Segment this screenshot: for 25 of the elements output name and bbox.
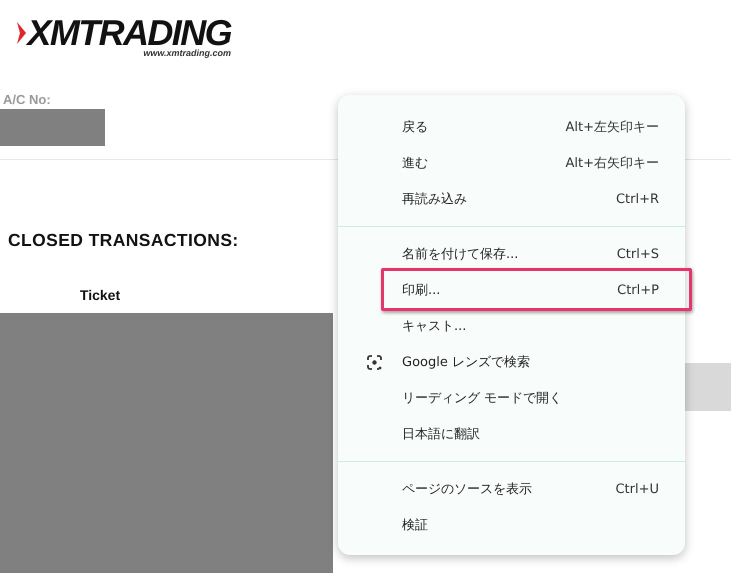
menu-item[interactable]: 進む Alt+右矢印キー: [338, 145, 685, 181]
shortcut-label: Ctrl+P: [617, 282, 659, 298]
shortcut-label: Ctrl+R: [616, 192, 659, 206]
shortcut-label: Ctrl+U: [615, 482, 659, 496]
logo-name: XMTRADING: [27, 16, 231, 50]
menu-item[interactable]: 印刷... Ctrl+P: [338, 272, 685, 308]
menu-item[interactable]: 名前を付けて保存... Ctrl+S: [338, 236, 685, 272]
table-row-background: [685, 363, 731, 411]
menu-item[interactable]: 日本語に翻訳: [338, 416, 685, 452]
menu-item[interactable]: Google レンズで検索: [338, 344, 685, 380]
account-label: A/C No:: [3, 92, 52, 107]
column-header: Ticket: [78, 287, 122, 303]
shortcut-label: Alt+右矢印キー: [566, 155, 659, 172]
menu-item[interactable]: 再読み込み Ctrl+R: [338, 181, 685, 217]
logo-url: www.xmtrading.com: [143, 48, 231, 58]
menu-item[interactable]: 戻る Alt+左矢印キー: [338, 109, 685, 145]
menu-item[interactable]: リーディング モードで開く: [338, 380, 685, 416]
logo-mark-icon: [17, 22, 26, 44]
section-title: CLOSED TRANSACTIONS:: [8, 230, 240, 251]
menu-item[interactable]: キャスト...: [338, 308, 685, 344]
shortcut-label: Alt+左矢印キー: [566, 119, 659, 136]
shortcut-label: Ctrl+S: [616, 246, 659, 262]
menu-item[interactable]: ページのソースを表示 Ctrl+U: [338, 471, 685, 507]
lens-icon: [367, 355, 382, 370]
menu-item[interactable]: 検証: [338, 507, 685, 543]
